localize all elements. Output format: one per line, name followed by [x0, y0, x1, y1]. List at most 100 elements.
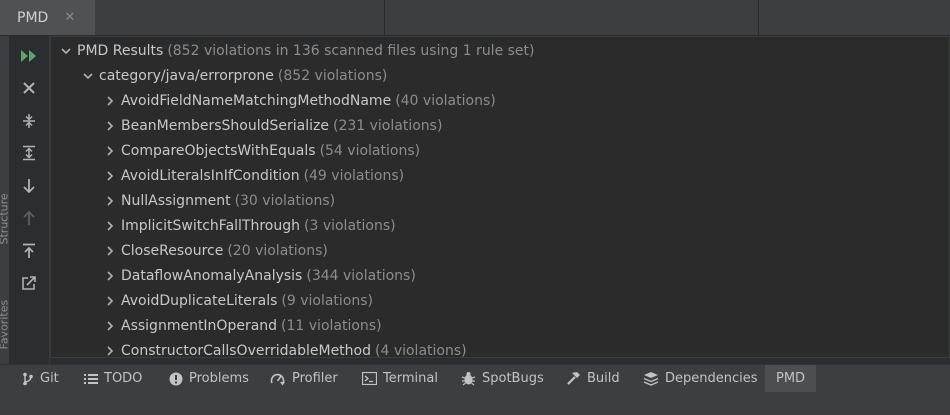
problems-icon — [169, 372, 183, 385]
tree-node-rule[interactable]: CloseResource (20 violations) — [99, 239, 328, 263]
tab-title: PMD — [17, 9, 49, 26]
tree-node-rule[interactable]: ConstructorCallsOverridableMethod (4 viol… — [99, 339, 467, 358]
tree-node-label: AvoidLiteralsInIfCondition — [121, 168, 300, 184]
tree-node-label: category/java/errorprone — [99, 68, 274, 84]
bottom-tab-label: Build — [587, 371, 620, 386]
chevron-right-icon[interactable] — [99, 296, 121, 306]
chevron-right-icon[interactable] — [99, 246, 121, 256]
tree-node-label: AvoidDuplicateLiterals — [121, 293, 278, 309]
tree-node-rule[interactable]: NullAssignment (30 violations) — [99, 189, 335, 213]
previous-button[interactable] — [9, 205, 49, 231]
tree-node-rule[interactable]: BeanMembersShouldSerialize (231 violation… — [99, 114, 442, 138]
bottom-tab-spotbugs[interactable]: SpotBugs — [461, 365, 544, 392]
tree-node-count: (30 violations) — [234, 193, 336, 209]
git-branch-icon — [23, 372, 33, 385]
bottom-tab-terminal[interactable]: Terminal — [362, 365, 438, 392]
bottom-tab-label: TODO — [104, 371, 143, 386]
divider — [758, 0, 759, 35]
tree-node-rule[interactable]: ImplicitSwitchFallThrough (3 violations) — [99, 214, 396, 238]
tree-node-label: AvoidFieldNameMatchingMethodName — [121, 93, 392, 109]
export-icon — [23, 243, 35, 258]
expand-all-icon — [23, 145, 35, 161]
rerun-icon — [21, 50, 36, 62]
expand-all-button[interactable] — [9, 140, 49, 166]
tree-node-count: (344 violations) — [306, 268, 416, 284]
chevron-right-icon[interactable] — [99, 321, 121, 331]
tree-node-count: (9 violations) — [281, 293, 374, 309]
tree-node-count: (20 violations) — [227, 243, 328, 259]
terminal-icon — [362, 372, 377, 385]
chevron-right-icon[interactable] — [99, 271, 121, 281]
tree-node-label: DataflowAnomalyAnalysis — [121, 268, 303, 284]
jump-to-source-button[interactable] — [9, 270, 49, 296]
bottom-tab-profiler[interactable]: Profiler — [270, 365, 338, 392]
tree-node-count: (3 violations) — [304, 218, 396, 234]
chevron-right-icon[interactable] — [99, 121, 121, 131]
tree-node-count: (852 violations) — [277, 68, 388, 84]
tree-node-count: (231 violations) — [333, 118, 443, 134]
tree-node-count: (11 violations) — [281, 318, 382, 334]
profiler-icon — [270, 373, 285, 385]
tree-node-category[interactable]: category/java/errorprone (852 violations… — [77, 64, 387, 88]
tree-node-label: PMD Results — [77, 43, 164, 59]
tree-node-count: (852 violations in 136 scanned files usi… — [167, 43, 535, 59]
chevron-right-icon[interactable] — [99, 196, 121, 206]
jump-to-source-icon — [22, 276, 36, 290]
collapse-all-icon — [23, 114, 35, 128]
bottom-tab-problems[interactable]: Problems — [169, 365, 249, 392]
tree-node-label: CompareObjectsWithEquals — [121, 143, 316, 159]
divider — [384, 0, 385, 35]
tree-node-rule[interactable]: AvoidFieldNameMatchingMethodName (40 viol… — [99, 89, 496, 113]
tree-node-count: (54 violations) — [319, 143, 421, 159]
close-button[interactable] — [9, 75, 49, 101]
tree-node-rule[interactable]: AssignmentInOperand (11 violations) — [99, 314, 382, 338]
todo-list-icon — [84, 373, 98, 384]
chevron-right-icon[interactable] — [99, 346, 121, 356]
tree-node-count: (40 violations) — [395, 93, 496, 109]
tab-pmd[interactable]: PMD ✕ — [0, 0, 95, 35]
status-bar — [0, 392, 950, 415]
bottom-tool-bar: Git TODO Problems Profiler Terminal Spot… — [0, 364, 950, 393]
tab-close-icon[interactable]: ✕ — [64, 10, 75, 25]
bottom-tab-label: Profiler — [292, 371, 338, 386]
collapse-all-button[interactable] — [9, 108, 49, 134]
bottom-tab-label: Terminal — [383, 371, 438, 386]
next-button[interactable] — [9, 173, 49, 199]
tree-node-label: AssignmentInOperand — [121, 318, 278, 334]
build-hammer-icon — [567, 372, 580, 385]
dependencies-icon — [643, 372, 659, 386]
tree-node-label: NullAssignment — [121, 193, 231, 209]
tree-node-count: (4 violations) — [375, 343, 467, 358]
chevron-right-icon[interactable] — [99, 96, 121, 106]
bottom-tab-label: PMD — [776, 371, 806, 386]
tree-node-rule[interactable]: CompareObjectsWithEquals (54 violations) — [99, 139, 420, 163]
rerun-button[interactable] — [9, 43, 49, 69]
chevron-down-icon[interactable] — [55, 46, 77, 56]
tree-node-count: (49 violations) — [303, 168, 405, 184]
pmd-results-tree: PMD Results (852 violations in 136 scann… — [50, 36, 950, 358]
bottom-tab-label: SpotBugs — [482, 371, 544, 386]
tree-node-rule[interactable]: AvoidLiteralsInIfCondition (49 violations… — [99, 164, 404, 188]
tree-node-rule[interactable]: AvoidDuplicateLiterals (9 violations) — [99, 289, 373, 313]
bottom-tab-dependencies[interactable]: Dependencies — [643, 365, 758, 392]
bottom-tab-pmd[interactable]: PMD — [765, 365, 817, 392]
tree-node-rule[interactable]: DataflowAnomalyAnalysis (344 violations) — [99, 264, 416, 288]
bottom-tab-git[interactable]: Git — [22, 365, 59, 392]
chevron-right-icon[interactable] — [99, 221, 121, 231]
chevron-down-icon[interactable] — [77, 71, 99, 81]
left-side-strip: Structure Favorites — [0, 36, 11, 366]
tool-window-tab-bar: PMD ✕ — [0, 0, 950, 36]
bottom-tab-label: Problems — [189, 371, 249, 386]
previous-icon — [23, 210, 35, 225]
chevron-right-icon[interactable] — [99, 171, 121, 181]
tree-node-label: ConstructorCallsOverridableMethod — [121, 343, 371, 358]
bottom-tab-label: Dependencies — [665, 371, 758, 386]
export-button[interactable] — [9, 238, 49, 264]
bottom-tab-build[interactable]: Build — [566, 365, 620, 392]
close-icon — [23, 82, 35, 94]
bottom-tab-todo[interactable]: TODO — [84, 365, 142, 392]
tree-root-pmd-results[interactable]: PMD Results (852 violations in 136 scann… — [55, 39, 535, 63]
chevron-right-icon[interactable] — [99, 146, 121, 156]
spotbugs-icon — [461, 372, 476, 386]
tree-node-label: ImplicitSwitchFallThrough — [121, 218, 300, 234]
